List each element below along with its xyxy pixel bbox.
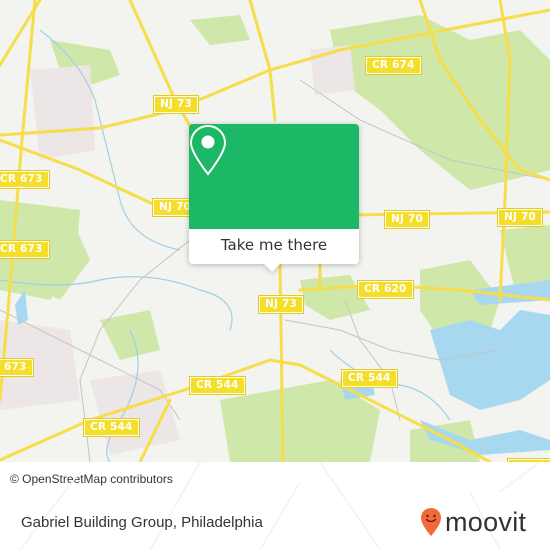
road-label-cr620: CR 620 <box>357 280 414 299</box>
road-label-cr544: CR 544 <box>189 376 246 395</box>
road-label-nj70: NJ 70 <box>384 210 430 229</box>
park-area <box>330 15 550 190</box>
park-area <box>190 15 250 45</box>
popup-pointer <box>263 263 281 272</box>
road-label-cr673: CR 673 <box>0 170 50 189</box>
road-label-cr674: CR 674 <box>365 56 422 75</box>
road-label-nj73: NJ 73 <box>258 295 304 314</box>
road-label-cr673: 673 <box>0 358 34 377</box>
place-name: Gabriel Building Group, Philadelphia <box>21 514 263 531</box>
take-me-there-button[interactable]: Take me there <box>189 229 359 261</box>
moovit-smile-pin-icon <box>421 508 441 536</box>
residential-area <box>90 370 180 455</box>
moovit-logo[interactable]: moovit <box>420 507 526 537</box>
water-area <box>15 290 28 325</box>
popup-header <box>189 124 359 229</box>
major-road cr-674 <box>248 0 277 122</box>
location-popup: Take me there <box>189 124 359 272</box>
map[interactable]: CR 674 NJ 73 CR 673 CR 673 673 NJ 70 NJ … <box>0 0 550 462</box>
road-label-cr544: CR 544 <box>83 418 140 437</box>
moovit-wordmark: moovit <box>445 507 527 537</box>
road-label-cr544: CR 544 <box>341 369 398 388</box>
map-pin-icon <box>189 124 227 176</box>
road-label-cr673: CR 673 <box>0 240 50 259</box>
road-label-nj73: NJ 73 <box>153 95 199 114</box>
park-area <box>100 310 160 360</box>
road-label-nj70: NJ 70 <box>497 208 543 227</box>
